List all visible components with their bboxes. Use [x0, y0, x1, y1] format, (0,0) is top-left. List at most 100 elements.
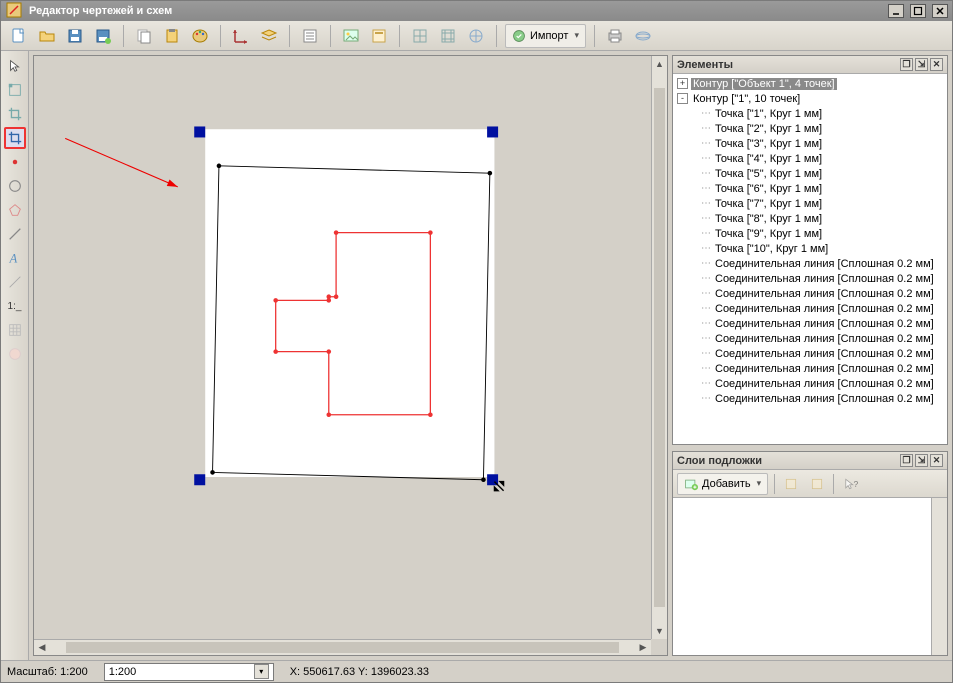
open-button[interactable]	[35, 24, 59, 48]
template-button[interactable]	[367, 24, 391, 48]
tool-scale[interactable]: 1:_	[4, 295, 26, 317]
layer-help[interactable]: ?	[840, 474, 864, 494]
tree-item-label: Соединительная линия [Сплошная 0.2 мм]	[713, 378, 936, 390]
app-window: Редактор чертежей и схем Импорт ▾	[0, 0, 953, 683]
left-toolbar: A 1:_	[1, 51, 29, 660]
print-button[interactable]	[603, 24, 627, 48]
grid1-button[interactable]	[408, 24, 432, 48]
tool-point[interactable]	[4, 151, 26, 173]
maximize-button[interactable]	[910, 4, 926, 18]
layers-button[interactable]	[257, 24, 281, 48]
palette-button[interactable]	[188, 24, 212, 48]
svg-text:?: ?	[854, 479, 859, 489]
tree-item[interactable]: ⋯Точка ["9", Круг 1 мм]	[673, 226, 947, 241]
tree-item[interactable]: ⋯Соединительная линия [Сплошная 0.2 мм]	[673, 391, 947, 406]
list-button[interactable]	[298, 24, 322, 48]
paste-button[interactable]	[160, 24, 184, 48]
layers-close-button[interactable]: ✕	[930, 454, 943, 467]
add-layer-dropdown[interactable]: Добавить ▾	[677, 473, 768, 495]
tree-item-label: Соединительная линия [Сплошная 0.2 мм]	[713, 318, 936, 330]
tree-item-label: Точка ["7", Круг 1 мм]	[713, 198, 824, 210]
tool-grid[interactable]	[4, 319, 26, 341]
tree-item[interactable]: ⋯Точка ["1", Круг 1 мм]	[673, 106, 947, 121]
scale-combo[interactable]: 1:200 ▾	[104, 663, 274, 681]
tree-branch-icon: ⋯	[701, 183, 710, 194]
tool-polygon[interactable]	[4, 199, 26, 221]
tree-item[interactable]: ⋯Точка ["8", Круг 1 мм]	[673, 211, 947, 226]
tree-branch-icon: ⋯	[701, 378, 710, 389]
tool-line[interactable]	[4, 223, 26, 245]
elements-tree[interactable]: +Контур ["Объект 1", 4 точек]-Контур ["1…	[673, 74, 947, 444]
hscroll-thumb[interactable]	[66, 642, 619, 653]
panel-close-button[interactable]: ✕	[930, 58, 943, 71]
panel-dock-button[interactable]: ❐	[900, 58, 913, 71]
tree-item[interactable]: ⋯Точка ["10", Круг 1 мм]	[673, 241, 947, 256]
image-button[interactable]	[339, 24, 363, 48]
tree-item[interactable]: ⋯Соединительная линия [Сплошная 0.2 мм]	[673, 376, 947, 391]
tree-item[interactable]: ⋯Точка ["6", Круг 1 мм]	[673, 181, 947, 196]
import-dropdown[interactable]: Импорт ▾	[505, 24, 586, 48]
tree-item[interactable]: ⋯Точка ["2", Круг 1 мм]	[673, 121, 947, 136]
main-area: A 1:_	[1, 51, 952, 660]
canvas-viewport: ▲ ▼ ◀ ▶	[33, 55, 668, 656]
vscroll-thumb[interactable]	[654, 88, 665, 607]
tree-item[interactable]: ⋯Соединительная линия [Сплошная 0.2 мм]	[673, 346, 947, 361]
tree-item[interactable]: ⋯Соединительная линия [Сплошная 0.2 мм]	[673, 271, 947, 286]
minimize-button[interactable]	[888, 4, 904, 18]
canvas-hscroll[interactable]: ◀ ▶	[34, 639, 651, 655]
tree-item[interactable]: -Контур ["1", 10 точек]	[673, 91, 947, 106]
tree-branch-icon: ⋯	[701, 108, 710, 119]
tree-item[interactable]: +Контур ["Объект 1", 4 точек]	[673, 76, 947, 91]
tool-circle[interactable]	[4, 175, 26, 197]
tree-item[interactable]: ⋯Точка ["7", Круг 1 мм]	[673, 196, 947, 211]
canvas-vscroll[interactable]: ▲ ▼	[651, 56, 667, 639]
tree-branch-icon: ⋯	[701, 228, 710, 239]
tree-item[interactable]: ⋯Соединительная линия [Сплошная 0.2 мм]	[673, 361, 947, 376]
tool-bound[interactable]	[4, 79, 26, 101]
copy-button[interactable]	[132, 24, 156, 48]
scroll-right-icon[interactable]: ▶	[635, 640, 651, 655]
tree-item[interactable]: ⋯Соединительная линия [Сплошная 0.2 мм]	[673, 316, 947, 331]
close-button[interactable]	[932, 4, 948, 18]
layer-btn-1[interactable]	[781, 474, 801, 494]
scroll-down-icon[interactable]: ▼	[652, 623, 667, 639]
tree-item-label: Точка ["9", Круг 1 мм]	[713, 228, 824, 240]
layers-dock-button[interactable]: ❐	[900, 454, 913, 467]
tree-item-label: Соединительная линия [Сплошная 0.2 мм]	[713, 273, 936, 285]
layers-vscroll[interactable]	[931, 498, 947, 655]
snap-button[interactable]	[464, 24, 488, 48]
tree-item[interactable]: ⋯Соединительная линия [Сплошная 0.2 мм]	[673, 331, 947, 346]
tool-shape[interactable]	[4, 343, 26, 365]
tree-item-label: Точка ["3", Круг 1 мм]	[713, 138, 824, 150]
tree-item[interactable]: ⋯Соединительная линия [Сплошная 0.2 мм]	[673, 286, 947, 301]
panel-pin-button[interactable]: ⇲	[915, 58, 928, 71]
chevron-down-icon: ▾	[757, 478, 762, 489]
grid2-button[interactable]	[436, 24, 460, 48]
save-button[interactable]	[63, 24, 87, 48]
tool-contour-active[interactable]	[4, 127, 26, 149]
new-button[interactable]	[7, 24, 31, 48]
tree-item[interactable]: ⋯Точка ["3", Круг 1 мм]	[673, 136, 947, 151]
tree-item[interactable]: ⋯Точка ["5", Круг 1 мм]	[673, 166, 947, 181]
scroll-left-icon[interactable]: ◀	[34, 640, 50, 655]
scroll-up-icon[interactable]: ▲	[652, 56, 667, 72]
tree-branch-icon: ⋯	[701, 138, 710, 149]
tool-text[interactable]: A	[4, 247, 26, 269]
drawing-canvas[interactable]	[34, 56, 651, 639]
expand-icon[interactable]: +	[677, 78, 688, 89]
tree-branch-icon: ⋯	[701, 123, 710, 134]
tool-select[interactable]	[4, 55, 26, 77]
tool-line2[interactable]	[4, 271, 26, 293]
collapse-icon[interactable]: -	[677, 93, 688, 104]
axes-button[interactable]	[229, 24, 253, 48]
layer-btn-2[interactable]	[807, 474, 827, 494]
tool-crop[interactable]	[4, 103, 26, 125]
preview-button[interactable]	[631, 24, 655, 48]
tree-item[interactable]: ⋯Соединительная линия [Сплошная 0.2 мм]	[673, 301, 947, 316]
layers-pin-button[interactable]: ⇲	[915, 454, 928, 467]
tree-item[interactable]: ⋯Соединительная линия [Сплошная 0.2 мм]	[673, 256, 947, 271]
app-icon	[5, 1, 23, 22]
layers-list[interactable]	[673, 498, 947, 655]
tree-item[interactable]: ⋯Точка ["4", Круг 1 мм]	[673, 151, 947, 166]
save-as-button[interactable]	[91, 24, 115, 48]
